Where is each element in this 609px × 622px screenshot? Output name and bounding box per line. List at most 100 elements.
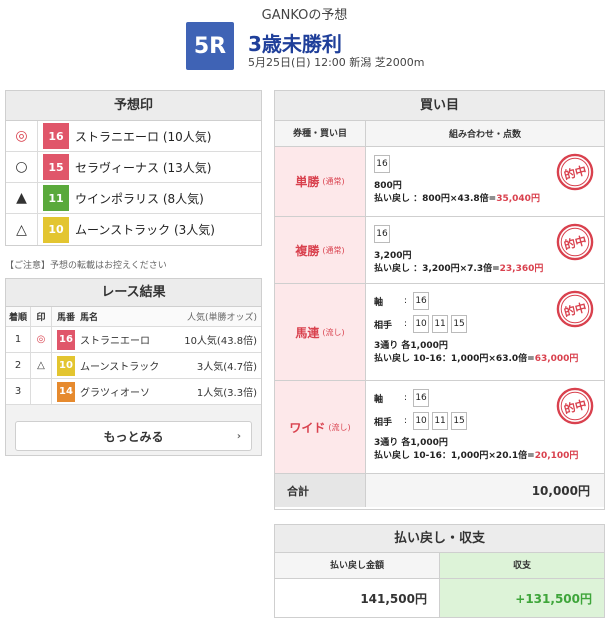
- bet-type: 複勝 (通常): [275, 217, 366, 283]
- see-more-button[interactable]: もっとみる ›: [15, 421, 252, 451]
- horse-name: ムーンストラック (3人気): [75, 223, 215, 237]
- table-row: 2 △ 10 ムーンストラック 3人気(4.7倍): [6, 353, 261, 379]
- hit-stamp-icon: 的中: [556, 153, 594, 191]
- race-number-badge: 5R: [186, 22, 234, 70]
- horse-number-cell: 16: [52, 329, 80, 350]
- col-number: 馬番: [56, 313, 75, 323]
- bet-type-label: 馬連: [295, 325, 320, 340]
- horse-number-box: 16: [413, 292, 430, 310]
- repost-notice: 【ご注意】予想の転載はお控えください: [5, 261, 167, 271]
- col-popularity: 人気(単勝オッズ): [186, 313, 257, 323]
- horse-number-cell: 14: [52, 381, 80, 402]
- horse-number: 16: [57, 329, 75, 350]
- mark-double-circle-icon: ◎: [6, 121, 38, 151]
- bet-body: 16 3,200円 払い戻し ：3,200円×7.3倍=23,360円 的中: [366, 217, 604, 283]
- result-title: レース結果: [6, 279, 261, 307]
- horse-number: 14: [57, 381, 75, 402]
- horse-number: 10: [57, 355, 75, 376]
- race-info: 5月25日(日) 12:00 新潟 芝2000m: [248, 56, 425, 69]
- bet-type-sub: (通常): [322, 177, 345, 186]
- mark-double-circle-icon: ◎: [30, 327, 52, 352]
- bet-row-wide: ワイド (流し) 軸:16 相手: 10 11 15 3通り 各1,000円 払い…: [275, 381, 604, 474]
- partner-label: 相手: [374, 320, 393, 331]
- prediction-row: ▲ 11 ウインポラリス (8人気): [6, 183, 261, 214]
- payout-value: 20,100円: [534, 451, 579, 461]
- total-value: 10,000円: [366, 474, 604, 507]
- horse-number-box: 15: [451, 412, 468, 430]
- bet-type-sub: (流し): [322, 327, 345, 337]
- horse-name: グラツィオーソ: [80, 388, 150, 399]
- payout-values: 141,500円 +131,500円: [275, 579, 604, 617]
- col-rank: 着順: [8, 313, 27, 323]
- hit-stamp-icon: 的中: [556, 223, 594, 261]
- table-row: 3 14 グラツィオーソ 1人気(3.3倍): [6, 379, 261, 405]
- horse-name: ムーンストラック: [80, 362, 160, 373]
- bet-body: 軸:16 相手: 10 11 15 3通り 各1,000円 払い戻し 10-16…: [366, 381, 604, 473]
- payout-formula: 払い戻し ：800円×43.8倍=: [374, 194, 497, 204]
- rank: 1: [14, 334, 22, 345]
- bet-type-label: 単勝: [295, 175, 320, 189]
- race-result-panel: レース結果 着順 印 馬番 馬名 人気(単勝オッズ) 1 ◎ 16 ストラニエー…: [5, 278, 262, 456]
- payout-formula: 払い戻し 10-16：1,000円×20.1倍=: [374, 451, 535, 461]
- payout-line: 払い戻し ：800円×43.8倍=35,040円: [374, 191, 604, 204]
- horse-name: ストラニエーロ (10人気): [75, 129, 212, 144]
- bet-row-umaren: 馬連 (流し) 軸:16 相手: 10 11 15 3通り 各1,000円 払い戻…: [275, 284, 604, 381]
- rank: 3: [14, 386, 22, 397]
- payout-value: 63,000円: [534, 354, 579, 364]
- col-payout-amount: 払い戻し金額: [275, 553, 440, 578]
- race-name: 3歳未勝利: [248, 32, 342, 56]
- payout-panel: 払い戻し・収支 払い戻し金額 収支 141,500円 +131,500円: [274, 524, 605, 618]
- bet-row-tansho: 単勝 (通常) 16 800円 払い戻し ：800円×43.8倍=35,040円 …: [275, 147, 604, 217]
- svg-text:的中: 的中: [562, 163, 588, 182]
- result-table-header: 着順 印 馬番 馬名 人気(単勝オッズ): [6, 307, 261, 327]
- prediction-row: ○ 15 セラヴィーナス (13人気): [6, 152, 261, 183]
- horse-number: 15: [43, 154, 69, 180]
- total-label: 合計: [275, 474, 366, 507]
- col-bet-type: 券種・買い目: [275, 121, 366, 146]
- bet-body: 16 800円 払い戻し ：800円×43.8倍=35,040円 的中: [366, 147, 604, 216]
- horse-number: 10: [43, 216, 69, 243]
- prediction-title: 予想印: [6, 91, 261, 121]
- payout-amount: 141,500円: [275, 579, 440, 617]
- mark-circle-icon: ○: [6, 152, 38, 182]
- hit-stamp-icon: 的中: [556, 387, 594, 425]
- payout-line: 払い戻し ：3,200円×7.3倍=23,360円: [374, 261, 604, 274]
- page-title: GANKOの予想: [261, 8, 348, 23]
- horse-name: セラヴィーナス (13人気): [75, 160, 212, 175]
- horse-name: ストラニエーロ: [80, 336, 150, 347]
- popularity: 1人気(3.3倍): [196, 388, 257, 399]
- horse-number-box: 10: [413, 315, 430, 333]
- payout-table-header: 払い戻し金額 収支: [275, 553, 604, 579]
- bet-amount: 3通り 各1,000円: [374, 341, 448, 351]
- bets-title: 買い目: [275, 91, 604, 121]
- payout-value: 35,040円: [496, 194, 540, 204]
- svg-text:的中: 的中: [562, 300, 588, 319]
- prediction-row: ◎ 16 ストラニエーロ (10人気): [6, 121, 261, 152]
- horse-number-box: 16: [374, 225, 390, 243]
- axis-label: 軸: [374, 297, 384, 308]
- mark-empty: [30, 379, 52, 404]
- payout-formula: 払い戻し 10-16：1,000円×63.0倍=: [374, 354, 535, 364]
- prediction-panel: 予想印 ◎ 16 ストラニエーロ (10人気) ○ 15 セラヴィーナス (13…: [5, 90, 262, 246]
- popularity: 10人気(43.8倍): [184, 336, 257, 347]
- chevron-right-icon: ›: [236, 430, 241, 442]
- see-more-label: もっとみる: [103, 429, 164, 444]
- bet-body: 軸:16 相手: 10 11 15 3通り 各1,000円 払い戻し 10-16…: [366, 284, 604, 380]
- bet-type-sub: (通常): [322, 245, 345, 255]
- rank: 2: [14, 360, 22, 371]
- axis-label: 軸: [374, 394, 384, 405]
- mark-open-triangle-icon: △: [6, 214, 38, 245]
- bet-type: 単勝 (通常): [275, 147, 366, 216]
- horse-number-box: 11: [432, 315, 449, 333]
- horse-number: 16: [43, 123, 69, 149]
- svg-text:的中: 的中: [562, 233, 588, 252]
- horse-number: 11: [43, 185, 69, 211]
- col-name: 馬名: [80, 313, 99, 323]
- table-row: 1 ◎ 16 ストラニエーロ 10人気(43.8倍): [6, 327, 261, 353]
- partner-label: 相手: [374, 417, 393, 428]
- col-balance: 収支: [440, 553, 604, 578]
- prediction-row: △ 10 ムーンストラック (3人気): [6, 214, 261, 245]
- horse-name: ウインポラリス (8人気): [75, 191, 204, 206]
- bet-type: ワイド (流し): [275, 381, 366, 473]
- bet-row-fukusho: 複勝 (通常) 16 3,200円 払い戻し ：3,200円×7.3倍=23,36…: [275, 217, 604, 284]
